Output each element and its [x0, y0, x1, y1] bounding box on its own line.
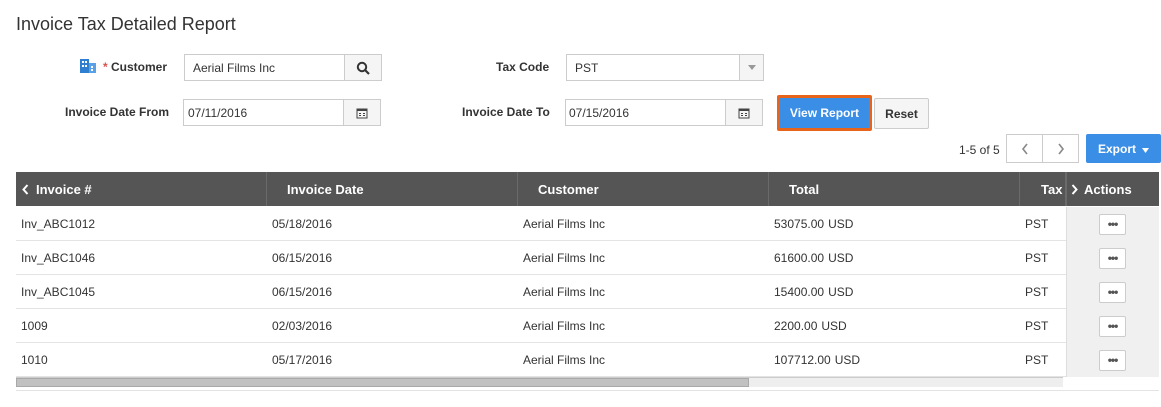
cell-tax: PST	[1025, 285, 1049, 299]
tax-code-value: PST	[575, 60, 599, 75]
total-amount: 53075.00	[774, 217, 825, 231]
total-amount: 61600.00	[774, 251, 825, 265]
cell-customer: Aerial Films Inc	[523, 251, 606, 265]
total-amount: 2200.00	[774, 319, 818, 333]
export-label: Export	[1097, 141, 1136, 156]
table-row[interactable]: Inv_ABC1012 05/18/2016 Aerial Films Inc 530…	[16, 207, 1159, 241]
total-currency: USD	[834, 353, 861, 367]
cell-actions: •••	[1066, 241, 1159, 275]
cell-total: 107712.00 USD	[769, 343, 1020, 377]
column-header-actions[interactable]: Actions	[1066, 172, 1159, 206]
column-header-customer[interactable]: Customer	[518, 172, 769, 206]
building-icon	[79, 57, 97, 73]
more-actions-button[interactable]: •••	[1099, 213, 1126, 235]
total-currency: USD	[828, 285, 854, 299]
caret-down-icon	[1142, 142, 1149, 156]
required-mark: *	[103, 60, 108, 74]
view-report-button[interactable]: View Report	[777, 95, 872, 131]
more-actions-button[interactable]: •••	[1099, 349, 1126, 371]
cell-tax: PST	[1025, 251, 1049, 265]
calendar-icon[interactable]	[343, 100, 380, 125]
cell-invoice[interactable]: 1009	[16, 309, 267, 343]
chevron-right-icon[interactable]	[1042, 134, 1079, 163]
more-actions-button[interactable]: •••	[1099, 247, 1126, 269]
cell-customer: Aerial Films Inc	[523, 217, 606, 231]
cell-total: 2200.00 USD	[769, 309, 1020, 343]
total-amount: 107712.00	[774, 353, 831, 367]
column-header-invoice-date[interactable]: Invoice Date	[267, 172, 518, 206]
column-header-invoice[interactable]: Invoice #	[16, 172, 267, 206]
customer-label-text: Customer	[111, 60, 168, 74]
cell-total: 61600.00 USD	[769, 241, 1020, 275]
more-actions-button[interactable]: •••	[1099, 315, 1126, 337]
cell-invoice[interactable]: Inv_ABC1045	[16, 275, 267, 309]
table-row[interactable]: Inv_ABC1046 06/15/2016 Aerial Films Inc 616…	[16, 241, 1159, 275]
chevron-left-icon[interactable]	[1006, 134, 1043, 163]
cell-actions: •••	[1066, 343, 1159, 377]
total-currency: USD	[821, 319, 847, 333]
cell-customer: Aerial Films Inc	[523, 319, 606, 333]
total-amount: 15400.00	[774, 285, 825, 299]
divider	[16, 390, 1159, 391]
cell-invoice-date: 02/03/2016	[272, 319, 333, 333]
total-currency: USD	[828, 251, 854, 265]
ellipsis-icon: •••	[1107, 285, 1119, 299]
invoice-date-to-value[interactable]: 07/15/2016	[566, 106, 725, 120]
invoice-date-from-value[interactable]: 07/11/2016	[184, 106, 343, 120]
ellipsis-icon: •••	[1107, 217, 1119, 231]
calendar-icon[interactable]	[725, 100, 762, 125]
invoice-date-to-label: Invoice Date To	[462, 105, 550, 119]
pagination-text: 1-5 of 5	[959, 143, 1000, 157]
reset-button[interactable]: Reset	[874, 98, 929, 129]
table-header: Invoice # Invoice Date Customer Total Ta…	[16, 172, 1159, 206]
invoice-date-from-field[interactable]: 07/11/2016	[183, 99, 381, 126]
tax-code-select[interactable]: PST	[566, 54, 764, 81]
cell-total: 15400.00 USD	[769, 275, 1020, 309]
horizontal-scrollbar[interactable]	[16, 377, 1063, 387]
column-header-tax[interactable]: Tax	[1020, 172, 1066, 206]
cell-actions: •••	[1066, 309, 1159, 343]
cell-actions: •••	[1066, 275, 1159, 309]
cell-customer: Aerial Films Inc	[523, 353, 606, 367]
tax-code-label: Tax Code	[496, 60, 550, 74]
scrollbar-thumb[interactable]	[16, 378, 749, 387]
cell-invoice[interactable]: Inv_ABC1046	[16, 241, 267, 275]
cell-tax: PST	[1025, 353, 1049, 367]
cell-invoice[interactable]: 1010	[16, 343, 267, 377]
ellipsis-icon: •••	[1107, 353, 1119, 367]
chevron-right-icon[interactable]	[1071, 183, 1078, 195]
invoice-date-from-label: Invoice Date From	[65, 105, 170, 119]
customer-value[interactable]: Aerial Films Inc	[185, 61, 344, 75]
cell-tax: PST	[1025, 217, 1049, 231]
invoice-date-to-field[interactable]: 07/15/2016	[565, 99, 763, 126]
table-row[interactable]: 1010 05/17/2016 Aerial Films Inc 107712.00 U…	[16, 343, 1159, 377]
cell-invoice-date: 05/18/2016	[272, 217, 333, 231]
table-row[interactable]: 1009 02/03/2016 Aerial Films Inc 2200.00 USD…	[16, 309, 1159, 343]
cell-customer: Aerial Films Inc	[523, 285, 606, 299]
total-currency: USD	[828, 217, 854, 231]
cell-actions: •••	[1066, 207, 1159, 241]
report-table: Invoice # Invoice Date Customer Total Ta…	[16, 172, 1159, 387]
search-icon[interactable]	[344, 55, 381, 80]
customer-field[interactable]: Aerial Films Inc	[184, 54, 382, 81]
cell-tax: PST	[1025, 319, 1049, 333]
chevron-down-icon[interactable]	[739, 55, 763, 80]
cell-invoice-date: 06/15/2016	[272, 251, 333, 265]
export-button[interactable]: Export	[1086, 134, 1161, 163]
chevron-left-icon[interactable]	[22, 183, 29, 195]
cell-invoice-date: 05/17/2016	[272, 353, 333, 367]
ellipsis-icon: •••	[1107, 251, 1119, 265]
column-label: Actions	[1084, 181, 1132, 197]
cell-invoice-date: 06/15/2016	[272, 285, 333, 299]
cell-invoice[interactable]: Inv_ABC1012	[16, 207, 267, 241]
column-header-total[interactable]: Total	[769, 172, 1020, 206]
ellipsis-icon: •••	[1107, 319, 1119, 333]
table-row[interactable]: Inv_ABC1045 06/15/2016 Aerial Films Inc 154…	[16, 275, 1159, 309]
column-label: Invoice #	[36, 181, 92, 197]
page-title: Invoice Tax Detailed Report	[16, 14, 236, 34]
cell-total: 53075.00 USD	[769, 207, 1020, 241]
more-actions-button[interactable]: •••	[1099, 281, 1126, 303]
customer-label: * Customer	[103, 60, 167, 74]
